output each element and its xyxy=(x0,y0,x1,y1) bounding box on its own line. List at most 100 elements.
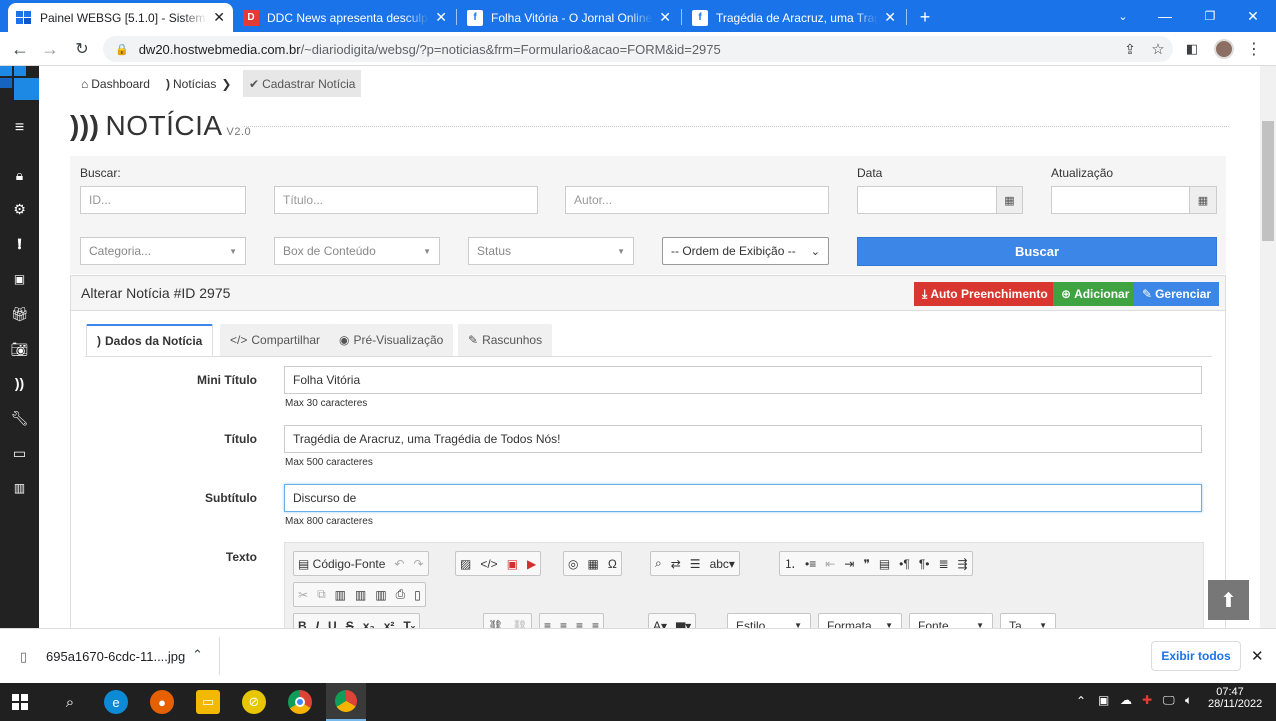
breadcrumb-dashboard[interactable]: ⌂ Dashboard xyxy=(75,70,156,97)
tab-search-icon[interactable]: ⌄ xyxy=(1100,0,1146,32)
ltr-icon[interactable]: •¶ xyxy=(899,557,910,571)
restore-button[interactable]: ❐ xyxy=(1187,0,1233,32)
align-center-icon[interactable]: ≡ xyxy=(560,619,567,629)
forward-arrow-icon[interactable]: → xyxy=(38,37,62,61)
page-icon[interactable]: ▯ xyxy=(414,588,421,602)
profile-avatar[interactable] xyxy=(1212,37,1236,61)
close-tab-icon[interactable]: ✕ xyxy=(435,9,447,26)
data-input[interactable] xyxy=(857,186,997,214)
tab-compartilhar[interactable]: </> Compartilhar xyxy=(220,324,331,356)
align-right-icon[interactable]: ≡ xyxy=(576,619,583,629)
titulo-input[interactable]: Tragédia de Aracruz, uma Tragédia de Tod… xyxy=(284,425,1202,453)
menu-kebab-icon[interactable]: ⋮ xyxy=(1242,37,1266,61)
find-icon[interactable]: ⌕ xyxy=(655,556,662,571)
align-left-icon[interactable]: ≡ xyxy=(544,619,551,629)
print-icon[interactable]: ⎙ xyxy=(396,587,406,602)
side-panel-icon[interactable]: ◧ xyxy=(1180,37,1204,61)
share-icon[interactable]: ⇪ xyxy=(1118,37,1142,61)
align-block-icon[interactable]: ≣ xyxy=(938,557,948,571)
div-icon[interactable]: ▤ xyxy=(879,557,890,571)
link-icon[interactable]: ⛓ xyxy=(488,619,503,629)
volume-icon[interactable]: 🔈︎ xyxy=(1185,693,1192,708)
tamanho-dropdown[interactable]: Ta... ▼ xyxy=(1000,613,1056,628)
close-tab-icon[interactable]: ✕ xyxy=(213,9,225,26)
estilo-dropdown[interactable]: Estilo ▼ xyxy=(727,613,811,628)
close-icon[interactable]: ✕ xyxy=(1251,647,1264,665)
download-filename[interactable]: 695a1670-6cdc-11....jpg xyxy=(46,649,185,664)
image-icon[interactable]: ▨ xyxy=(460,557,471,571)
spellcheck-icon[interactable]: abc▾ xyxy=(710,557,735,571)
app-icon[interactable]: ⊘ xyxy=(242,690,266,714)
tab-ddc-news[interactable]: D DDC News apresenta desculpas p ✕ xyxy=(235,3,455,32)
logo-icon[interactable] xyxy=(0,66,39,102)
page-scrollbar[interactable] xyxy=(1260,66,1276,628)
list-indent-icon[interactable]: ⇶ xyxy=(958,557,968,571)
tray-icon[interactable]: ▣ xyxy=(1098,693,1109,707)
buscar-button[interactable]: Buscar xyxy=(857,237,1217,266)
table-icon[interactable]: ▦ xyxy=(587,557,598,571)
formatacao-dropdown[interactable]: Formata... ▼ xyxy=(818,613,902,628)
close-window-button[interactable]: ✕ xyxy=(1230,0,1276,32)
close-tab-icon[interactable]: ✕ xyxy=(659,9,671,26)
globe-icon[interactable]: ◎ xyxy=(568,557,578,571)
bold-icon[interactable]: B xyxy=(298,619,307,629)
security-icon[interactable]: ✚ xyxy=(1142,693,1152,707)
outdent-icon[interactable]: ⇤ xyxy=(825,557,835,571)
lock-icon[interactable]: 🔒︎ xyxy=(0,160,39,190)
titulo-search-input[interactable]: Título... xyxy=(274,186,538,214)
windows-start-icon[interactable] xyxy=(8,690,32,714)
exibir-todos-button[interactable]: Exibir todos xyxy=(1151,641,1241,671)
reload-icon[interactable]: ↻ xyxy=(70,37,94,61)
minimize-button[interactable]: — xyxy=(1142,0,1188,32)
chevron-up-icon[interactable]: ⌃ xyxy=(192,647,203,663)
chrome-icon[interactable] xyxy=(288,690,312,714)
gift-icon[interactable]: 🎁︎ xyxy=(0,299,39,329)
copy-icon[interactable]: ⧉ xyxy=(317,587,326,602)
tab-dados-noticia[interactable]: ) Dados da Notícia xyxy=(86,324,214,356)
rtl-icon[interactable]: ¶• xyxy=(919,557,930,571)
credit-card-icon[interactable]: ▭ xyxy=(0,438,39,468)
weather-icon[interactable]: ☁ xyxy=(1120,693,1132,707)
network-icon[interactable]: 🖵︎ xyxy=(1163,693,1175,708)
superscript-icon[interactable]: x² xyxy=(384,619,395,629)
calendar-icon[interactable]: ▦ xyxy=(996,186,1023,214)
status-select[interactable]: Status ▼ xyxy=(468,237,634,265)
tab-pre-visualizacao[interactable]: ◉ Pré-Visualização xyxy=(329,324,454,356)
tab-folha-vitoria[interactable]: f Folha Vitória - O Jornal Online do ✕ xyxy=(459,3,679,32)
unlink-icon[interactable]: ⛓ xyxy=(512,619,527,629)
search-icon[interactable]: ⌕ xyxy=(58,690,82,714)
cogs-icon[interactable]: ⚙ xyxy=(0,194,39,224)
firefox-icon[interactable]: ● xyxy=(150,690,174,714)
omega-icon[interactable]: Ω xyxy=(608,557,617,571)
bookmark-star-icon[interactable]: ☆ xyxy=(1146,37,1170,61)
indent-icon[interactable]: ⇥ xyxy=(844,557,854,571)
auto-preenchimento-button[interactable]: ⤓ Auto Preenchimento xyxy=(914,282,1056,306)
text-color-icon[interactable]: A▾ xyxy=(653,619,667,629)
wrench-icon[interactable]: 🔧︎ xyxy=(0,403,39,433)
paste-text-icon[interactable]: ▥ xyxy=(355,588,366,602)
paste-icon[interactable]: ▥ xyxy=(335,588,346,602)
widget-icon[interactable]: ▣ xyxy=(507,557,518,571)
tab-rascunhos[interactable]: ✎ Rascunhos xyxy=(458,324,553,356)
replace-icon[interactable]: ⇄ xyxy=(671,557,681,571)
menu-toggle-icon[interactable]: ≡ xyxy=(0,113,39,143)
justify-icon[interactable]: ≡ xyxy=(592,619,599,629)
adicionar-button[interactable]: ⊕ Adicionar xyxy=(1053,282,1138,306)
html5-icon[interactable]: ▣ xyxy=(0,264,39,294)
fonte-dropdown[interactable]: Fonte ▼ xyxy=(909,613,993,628)
italic-icon[interactable]: I xyxy=(316,619,319,629)
alert-icon[interactable]: ❗︎ xyxy=(0,229,39,259)
remove-format-icon[interactable]: Tₓ xyxy=(403,619,415,629)
close-tab-icon[interactable]: ✕ xyxy=(884,9,896,26)
bg-color-icon[interactable]: ▆▾ xyxy=(676,619,691,629)
select-all-icon[interactable]: ☰ xyxy=(690,557,701,571)
edge-icon[interactable]: e xyxy=(104,690,128,714)
tab-painel-websg[interactable]: Painel WEBSG [5.1.0] - Sistema de ✕ xyxy=(8,3,233,32)
scrollbar-thumb[interactable] xyxy=(1262,121,1274,241)
blockquote-icon[interactable]: ❞ xyxy=(863,557,869,571)
code-icon[interactable]: </> xyxy=(480,557,497,571)
atualizacao-input[interactable] xyxy=(1051,186,1190,214)
cut-icon[interactable]: ✂ xyxy=(298,588,308,602)
rss-icon[interactable]: )) xyxy=(0,368,39,398)
back-arrow-icon[interactable]: ← xyxy=(8,37,32,61)
